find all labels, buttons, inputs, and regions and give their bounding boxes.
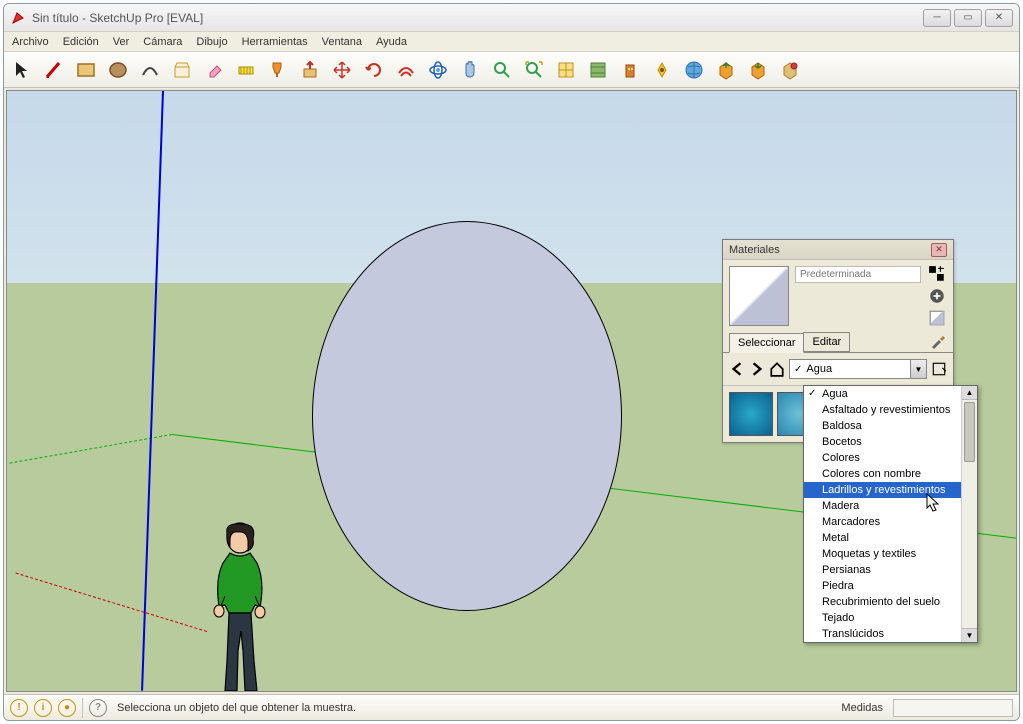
- panel-title-text: Materiales: [729, 244, 780, 256]
- getmodels-tool[interactable]: [712, 56, 740, 84]
- tab-edit[interactable]: Editar: [803, 332, 850, 352]
- make-component-tool[interactable]: [168, 56, 196, 84]
- details-button[interactable]: [931, 361, 947, 377]
- app-window: Sin título - SketchUp Pro [EVAL] ─ ▭ ✕ A…: [3, 3, 1020, 721]
- dropdown-value: Agua: [806, 363, 832, 375]
- dropdown-item[interactable]: Tejado: [804, 610, 977, 626]
- measures-field[interactable]: [893, 699, 1013, 717]
- dropdown-item[interactable]: Translúcidos: [804, 626, 977, 642]
- sketchup-icon: [10, 10, 26, 26]
- default-material-icon[interactable]: [928, 310, 946, 326]
- panel-close-button[interactable]: ✕: [931, 243, 947, 257]
- status-hint: Selecciona un objeto del que obtener la …: [117, 702, 835, 714]
- menu-herramientas[interactable]: Herramientas: [242, 36, 308, 48]
- tape-tool[interactable]: [232, 56, 260, 84]
- addbuilding-tool[interactable]: [616, 56, 644, 84]
- panel-titlebar[interactable]: Materiales ✕: [723, 240, 953, 260]
- menu-ayuda[interactable]: Ayuda: [376, 36, 407, 48]
- rotate-tool[interactable]: [360, 56, 388, 84]
- addlocation-tool[interactable]: [552, 56, 580, 84]
- menubar: Archivo Edición Ver Cámara Dibujo Herram…: [4, 32, 1019, 52]
- circle-tool[interactable]: [104, 56, 132, 84]
- maximize-button[interactable]: ▭: [954, 9, 982, 27]
- scroll-down[interactable]: ▼: [962, 628, 977, 642]
- dropdown-item[interactable]: Ladrillos y revestimientos: [804, 482, 977, 498]
- pushpull-tool[interactable]: [296, 56, 324, 84]
- main-toolbar: [4, 52, 1019, 88]
- material-name-field[interactable]: Predeterminada: [795, 266, 921, 283]
- titlebar: Sin título - SketchUp Pro [EVAL] ─ ▭ ✕: [4, 4, 1019, 32]
- minimize-button[interactable]: ─: [923, 9, 951, 27]
- share-tool[interactable]: [744, 56, 772, 84]
- pan-tool[interactable]: [456, 56, 484, 84]
- nav-home-button[interactable]: [769, 361, 785, 377]
- arc-tool[interactable]: [136, 56, 164, 84]
- eyedropper-icon[interactable]: [929, 332, 947, 350]
- menu-edicion[interactable]: Edición: [63, 36, 99, 48]
- statusbar: ! i ● ? Selecciona un objeto del que obt…: [4, 694, 1019, 720]
- menu-dibujo[interactable]: Dibujo: [196, 36, 227, 48]
- extensions-tool[interactable]: [776, 56, 804, 84]
- toggle-secondary-icon[interactable]: [928, 266, 946, 282]
- status-icon-2[interactable]: i: [34, 699, 52, 717]
- zoom-extents-tool[interactable]: [520, 56, 548, 84]
- dropdown-item[interactable]: Piedra: [804, 578, 977, 594]
- circle-face[interactable]: [312, 221, 622, 611]
- scroll-up[interactable]: ▲: [962, 386, 977, 400]
- dropdown-item[interactable]: Recubrimiento del suelo: [804, 594, 977, 610]
- offset-tool[interactable]: [392, 56, 420, 84]
- select-tool[interactable]: [8, 56, 36, 84]
- menu-ver[interactable]: Ver: [113, 36, 130, 48]
- dropdown-item[interactable]: Metal: [804, 530, 977, 546]
- photomatch-tool[interactable]: [648, 56, 676, 84]
- scroll-thumb[interactable]: [964, 402, 975, 462]
- nav-forward-button[interactable]: [749, 361, 765, 377]
- paint-tool[interactable]: [264, 56, 292, 84]
- orbit-tool[interactable]: [424, 56, 452, 84]
- dropdown-item[interactable]: Moquetas y textiles: [804, 546, 977, 562]
- check-icon: ✓: [794, 364, 802, 375]
- rectangle-tool[interactable]: [72, 56, 100, 84]
- line-tool[interactable]: [40, 56, 68, 84]
- dropdown-item[interactable]: Baldosa: [804, 418, 977, 434]
- category-dropdown-list: AguaAsfaltado y revestimientosBaldosaBoc…: [803, 385, 978, 643]
- close-button[interactable]: ✕: [985, 9, 1013, 27]
- dropdown-item[interactable]: Persianas: [804, 562, 977, 578]
- material-swatch[interactable]: [729, 392, 773, 436]
- dropdown-item[interactable]: Colores con nombre: [804, 466, 977, 482]
- 3d-viewport[interactable]: Materiales ✕ Predeterminada Seleccionar …: [6, 90, 1017, 692]
- status-icon-3[interactable]: ●: [58, 699, 76, 717]
- panel-tabs: Seleccionar Editar: [723, 332, 953, 353]
- scale-figure[interactable]: [205, 521, 277, 692]
- dropdown-item[interactable]: Bocetos: [804, 434, 977, 450]
- menu-ventana[interactable]: Ventana: [322, 36, 362, 48]
- toggleterrain-tool[interactable]: [584, 56, 612, 84]
- move-tool[interactable]: [328, 56, 356, 84]
- tab-select[interactable]: Seleccionar: [729, 333, 804, 353]
- dropdown-item[interactable]: Colores: [804, 450, 977, 466]
- menu-archivo[interactable]: Archivo: [12, 36, 49, 48]
- nav-back-button[interactable]: [729, 361, 745, 377]
- help-icon[interactable]: ?: [89, 699, 107, 717]
- dropdown-item[interactable]: Marcadores: [804, 514, 977, 530]
- category-dropdown[interactable]: ✓ Agua ▼: [789, 359, 927, 379]
- status-icon-1[interactable]: !: [10, 699, 28, 717]
- chevron-down-icon[interactable]: ▼: [910, 360, 926, 378]
- measures-label: Medidas: [841, 702, 883, 714]
- dropdown-item[interactable]: Asfaltado y revestimientos: [804, 402, 977, 418]
- eraser-tool[interactable]: [200, 56, 228, 84]
- material-preview[interactable]: [729, 266, 789, 326]
- dropdown-item[interactable]: Agua: [804, 386, 977, 402]
- scrollbar[interactable]: ▲ ▼: [961, 386, 977, 642]
- preview3d-tool[interactable]: [680, 56, 708, 84]
- menu-camara[interactable]: Cámara: [143, 36, 182, 48]
- create-material-icon[interactable]: [928, 288, 946, 304]
- window-title: Sin título - SketchUp Pro [EVAL]: [32, 11, 920, 25]
- dropdown-item[interactable]: Madera: [804, 498, 977, 514]
- zoom-tool[interactable]: [488, 56, 516, 84]
